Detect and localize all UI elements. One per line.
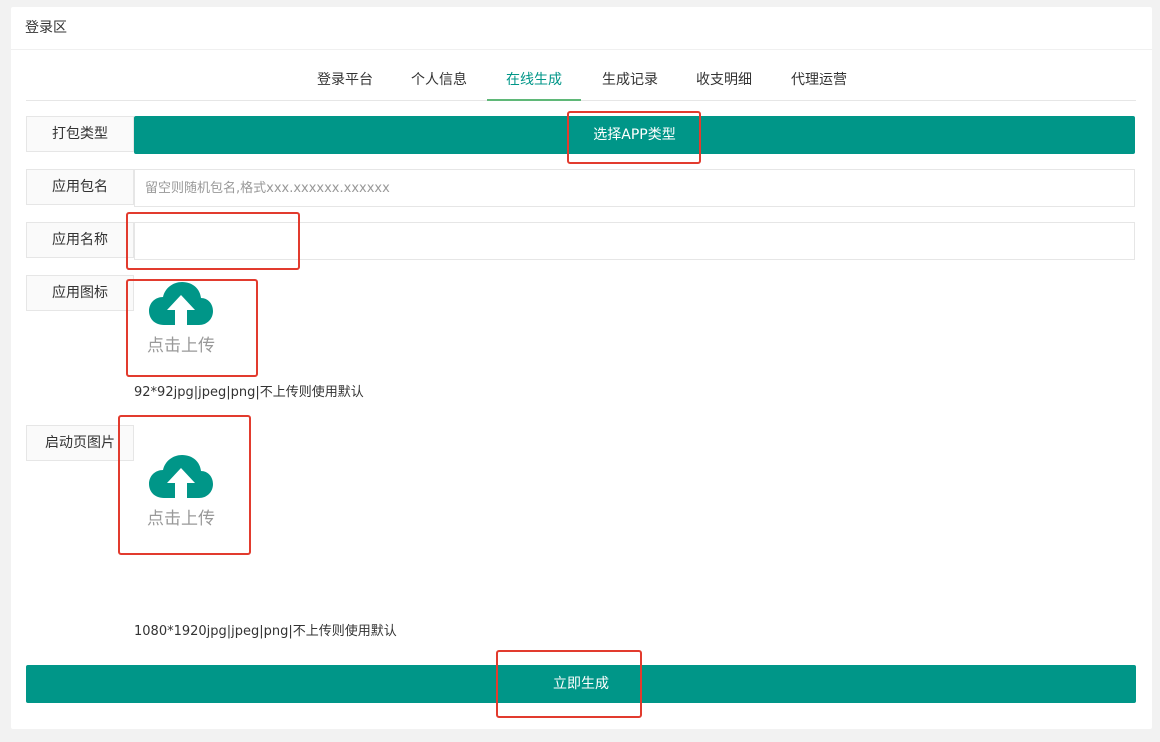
card-title: 登录区 xyxy=(11,7,1152,50)
tab-login-platform[interactable]: 登录平台 xyxy=(300,64,390,100)
app-icon-hint: 92*92jpg|jpeg|png|不上传则使用默认 xyxy=(134,385,364,400)
select-app-type-button[interactable]: 选择APP类型 xyxy=(134,116,1135,154)
cloud-upload-icon xyxy=(149,282,213,325)
pack-type-label: 打包类型 xyxy=(26,116,134,152)
app-icon-label: 应用图标 xyxy=(26,275,134,311)
package-name-row: 应用包名 xyxy=(26,169,1136,207)
package-name-input[interactable] xyxy=(134,169,1135,207)
splash-upload[interactable]: 点击上传 xyxy=(135,454,227,540)
splash-label: 启动页图片 xyxy=(26,425,134,461)
tab-personal-info[interactable]: 个人信息 xyxy=(394,64,484,100)
app-icon-upload-text: 点击上传 xyxy=(147,336,215,356)
cloud-upload-icon xyxy=(149,455,213,498)
main-card: 登录区 登录平台 个人信息 在线生成 生成记录 收支明细 代理运营 打包类型 选… xyxy=(11,7,1152,729)
app-name-input[interactable] xyxy=(134,222,1135,260)
tab-income-expense[interactable]: 收支明细 xyxy=(679,64,769,100)
tab-online-generate[interactable]: 在线生成 xyxy=(487,64,581,101)
app-icon-upload[interactable]: 点击上传 xyxy=(135,281,227,367)
pack-type-row: 打包类型 选择APP类型 xyxy=(26,116,1136,154)
generate-now-button[interactable]: 立即生成 xyxy=(26,665,1136,703)
splash-upload-text: 点击上传 xyxy=(147,509,215,529)
tab-generate-records[interactable]: 生成记录 xyxy=(583,64,677,100)
splash-hint: 1080*1920jpg|jpeg|png|不上传则使用默认 xyxy=(134,624,397,639)
app-name-row: 应用名称 xyxy=(26,222,1136,260)
app-name-label: 应用名称 xyxy=(26,222,134,258)
tab-agent-operation[interactable]: 代理运营 xyxy=(772,64,866,100)
tab-bar: 登录平台 个人信息 在线生成 生成记录 收支明细 代理运营 xyxy=(26,64,1136,101)
package-name-label: 应用包名 xyxy=(26,169,134,205)
